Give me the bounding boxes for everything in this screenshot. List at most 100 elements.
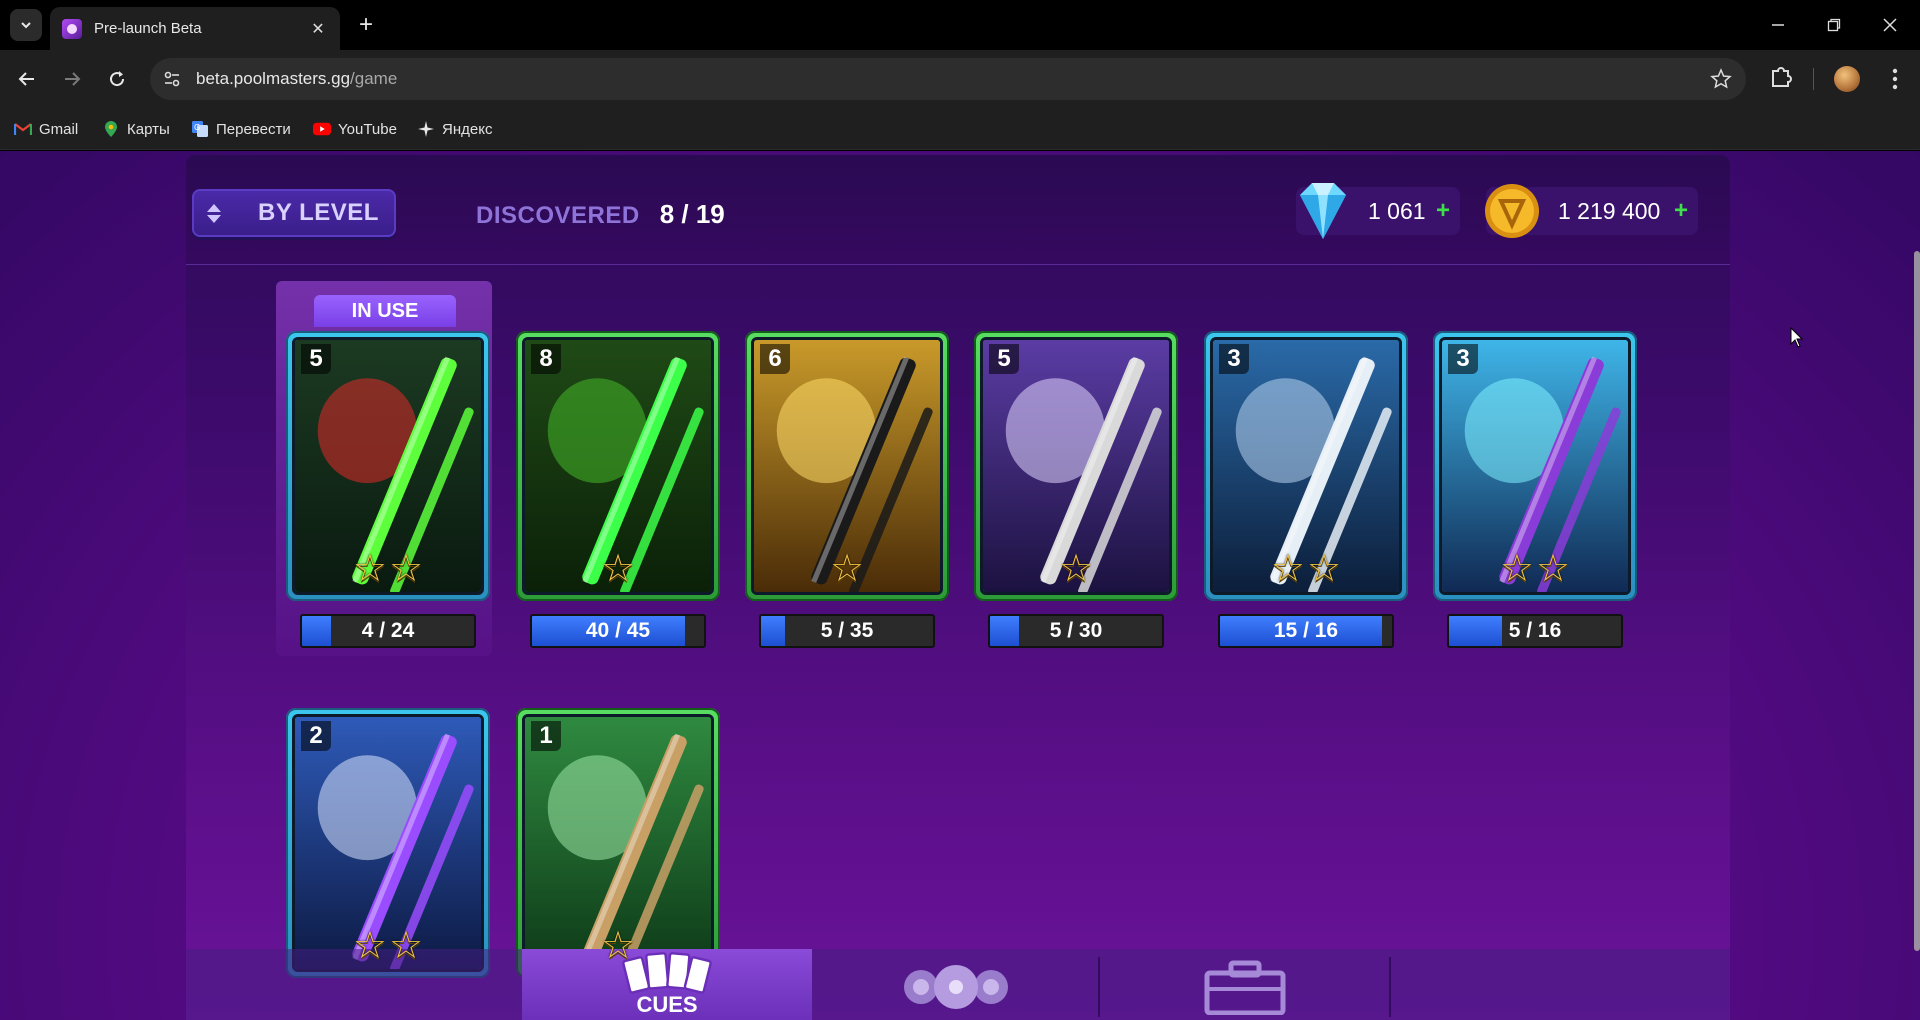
cue-level-badge: 3 <box>1219 344 1249 374</box>
progress-text: 40 / 45 <box>585 619 651 642</box>
mouse-cursor-icon <box>1790 327 1804 348</box>
discovered-counter: DISCOVERED 8 / 19 <box>476 199 725 230</box>
nav-balls-tab[interactable] <box>812 949 1100 1020</box>
cue-card-art: 8 ☆ <box>522 337 714 595</box>
sort-arrows-icon <box>204 203 224 223</box>
cue-card-snake[interactable]: 8 ☆ <box>516 331 720 601</box>
bookmark-label: YouTube <box>338 120 397 138</box>
cue-card-art: 2 ☆ ☆ <box>292 714 484 972</box>
tab-search-button[interactable] <box>10 9 42 41</box>
maps-icon <box>102 120 120 138</box>
bookmark-translate[interactable]: G Перевести <box>191 108 291 150</box>
discovered-label: DISCOVERED <box>476 202 640 229</box>
cue-star-rating: ☆ <box>754 550 940 588</box>
bookmark-youtube[interactable]: YouTube <box>313 108 397 150</box>
site-settings-icon[interactable] <box>162 69 182 89</box>
bookmarks-bar: Gmail Карты G Перевести YouTube Яндекс <box>0 108 1920 150</box>
cue-level-badge: 3 <box>1448 344 1478 374</box>
cue-upgrade-progress: 15 / 16 <box>1218 614 1394 648</box>
restore-button[interactable] <box>1806 0 1862 50</box>
cue-upgrade-progress: 40 / 45 <box>530 614 706 648</box>
close-tab-icon[interactable]: ✕ <box>308 19 328 39</box>
more-menu-icon[interactable] <box>1880 64 1910 94</box>
reload-icon <box>110 71 125 87</box>
page-scrollbar[interactable] <box>1914 151 1920 1020</box>
close-window-button[interactable] <box>1862 0 1918 50</box>
cue-card-art: 1 ☆ <box>522 714 714 972</box>
yandex-icon <box>417 120 435 138</box>
star-icon: ☆ <box>829 548 865 590</box>
star-icon: ☆ <box>389 925 424 967</box>
cue-star-rating: ☆ ☆ <box>295 927 481 965</box>
star-icon: ☆ <box>1499 548 1534 590</box>
progress-text: 4 / 24 <box>361 619 415 642</box>
cue-level-badge: 5 <box>301 344 331 374</box>
pool-balls-icon <box>904 964 1008 1009</box>
game-viewport: BY LEVEL DISCOVERED 8 / 19 1 061 + 1 219… <box>0 151 1920 1020</box>
gems-balance: 1 061 + <box>1296 183 1460 239</box>
url-path: /game <box>350 69 398 88</box>
star-icon: ☆ <box>1307 548 1342 590</box>
nav-inventory-tab[interactable] <box>1100 949 1390 1020</box>
site-favicon-icon <box>62 18 82 39</box>
close-icon <box>1883 18 1897 32</box>
extensions-puzzle-icon[interactable] <box>1766 62 1796 92</box>
cue-card-classic[interactable]: 1 ☆ <box>516 708 720 978</box>
progress-text: 15 / 16 <box>1273 619 1339 642</box>
arrow-right-icon <box>65 72 81 86</box>
progress-text: 5 / 16 <box>1508 619 1562 642</box>
bookmark-star-icon[interactable] <box>1710 68 1732 90</box>
cue-level-badge: 2 <box>301 721 331 751</box>
cue-level-badge: 1 <box>531 721 561 751</box>
reload-button[interactable] <box>100 62 134 96</box>
forward-button[interactable] <box>55 62 89 96</box>
add-gems-button[interactable]: + <box>1436 199 1450 223</box>
cue-level-badge: 6 <box>760 344 790 374</box>
profile-avatar[interactable] <box>1834 66 1860 92</box>
bookmark-gmail[interactable]: Gmail <box>14 108 78 150</box>
sort-label: BY LEVEL <box>258 199 379 226</box>
cue-card-art: 6 ☆ <box>751 337 943 595</box>
coins-balance: 1 219 400 + <box>1485 184 1698 238</box>
briefcase-icon <box>1204 960 1286 1015</box>
progress-text: 5 / 35 <box>820 619 874 642</box>
scrollbar-thumb[interactable] <box>1914 251 1920 951</box>
cue-star-rating: ☆ ☆ <box>295 550 481 588</box>
tab-strip: Pre-launch Beta ✕ + <box>0 0 1920 50</box>
star-icon: ☆ <box>389 548 424 590</box>
progress-text: 5 / 30 <box>1049 619 1103 642</box>
cue-card-frog[interactable]: 5 ☆ ☆ <box>286 331 490 601</box>
tab-title: Pre-launch Beta <box>94 20 202 37</box>
cue-upgrade-progress: 5 / 16 <box>1447 614 1623 648</box>
chevron-down-icon <box>21 22 31 29</box>
minimize-button[interactable] <box>1750 0 1806 50</box>
cue-card-ninja[interactable]: 6 ☆ <box>745 331 949 601</box>
cue-card-magician[interactable]: 5 ☆ <box>974 331 1178 601</box>
cue-card-art: 5 ☆ ☆ <box>292 337 484 595</box>
add-coins-button[interactable]: + <box>1674 199 1688 223</box>
cue-star-rating: ☆ <box>983 550 1169 588</box>
arrow-left-icon <box>18 72 34 86</box>
browser-tab-active[interactable]: Pre-launch Beta ✕ <box>50 7 340 50</box>
cue-card-art: 3 ☆ ☆ <box>1210 337 1402 595</box>
back-button[interactable] <box>10 62 44 96</box>
sort-by-level-button[interactable]: BY LEVEL <box>192 189 396 237</box>
cue-card-wizard[interactable]: 2 ☆ ☆ <box>286 708 490 978</box>
star-icon: ☆ <box>352 925 387 967</box>
new-tab-button[interactable]: + <box>352 11 380 39</box>
bookmark-label: Перевести <box>216 120 291 138</box>
youtube-icon <box>313 120 331 138</box>
address-bar[interactable]: beta.poolmasters.gg/game <box>150 58 1746 100</box>
star-icon: ☆ <box>1058 548 1094 590</box>
collection-header: BY LEVEL DISCOVERED 8 / 19 1 061 + 1 219… <box>186 155 1730 265</box>
cue-level-badge: 8 <box>531 344 561 374</box>
cue-card-voodoo[interactable]: 3 ☆ ☆ <box>1433 331 1637 601</box>
restore-icon <box>1827 18 1841 32</box>
bookmark-yandex[interactable]: Яндекс <box>417 108 492 150</box>
bookmark-maps[interactable]: Карты <box>102 108 170 150</box>
cue-upgrade-progress: 5 / 35 <box>759 614 935 648</box>
bookmark-label: Gmail <box>39 120 79 138</box>
svg-text:G: G <box>194 123 200 132</box>
cue-level-badge: 5 <box>989 344 1019 374</box>
cue-card-knight[interactable]: 3 ☆ ☆ <box>1204 331 1408 601</box>
